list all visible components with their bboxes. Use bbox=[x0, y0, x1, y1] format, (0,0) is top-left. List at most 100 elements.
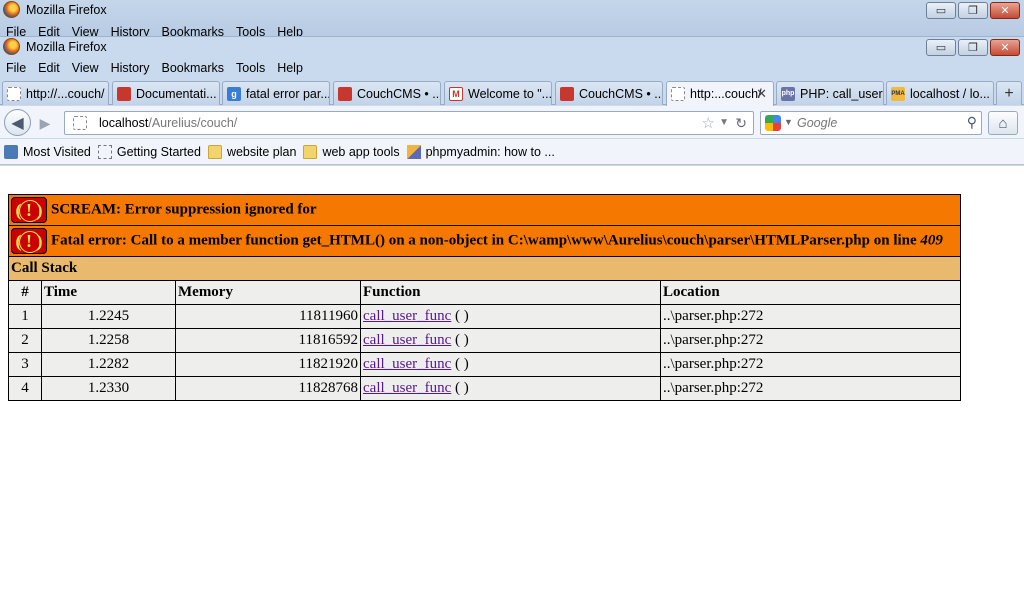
menu-bookmarks[interactable]: Bookmarks bbox=[161, 61, 224, 75]
page-content: ( ! ) SCREAM: Error suppression ignored f… bbox=[0, 167, 1024, 600]
fatal-error-text: Fatal error: Call to a member function g… bbox=[51, 232, 921, 249]
function-link[interactable]: call_user_func bbox=[363, 380, 451, 396]
column-header-number: # bbox=[8, 280, 42, 305]
function-args: ( ) bbox=[451, 356, 469, 372]
row-memory: 11828768 bbox=[175, 376, 361, 401]
history-dropdown-icon[interactable]: ▼ bbox=[719, 117, 729, 128]
error-icon: ( ! ) bbox=[11, 197, 47, 223]
row-location: ..\parser.php:272 bbox=[660, 304, 961, 329]
row-time: 1.2245 bbox=[41, 304, 176, 329]
bookmarks-toolbar: Most Visited Getting Started website pla… bbox=[0, 139, 1024, 165]
menu-help[interactable]: Help bbox=[277, 61, 303, 75]
bookmark-star-icon[interactable]: ☆ bbox=[702, 114, 715, 132]
url-bar[interactable]: localhost/Aurelius/couch/ ☆ ▼ ↻ bbox=[64, 111, 754, 135]
bookmark-phpmyadmin[interactable]: phpmyadmin: how to ... bbox=[406, 144, 555, 159]
row-time: 1.2258 bbox=[41, 328, 176, 353]
menu-view[interactable]: View bbox=[72, 61, 99, 75]
scream-text: SCREAM: Error suppression ignored for bbox=[51, 201, 317, 218]
table-row: 4 1.2330 11828768 call_user_func ( ) ..\… bbox=[8, 376, 961, 401]
function-args: ( ) bbox=[451, 308, 469, 324]
bookmark-label: web app tools bbox=[322, 144, 400, 159]
arrow-right-icon: ▶ bbox=[39, 114, 51, 131]
tab-active[interactable]: http:...couch/ ✕ bbox=[666, 81, 774, 106]
fatal-error-row: ( ! ) Fatal error: Call to a member funct… bbox=[8, 225, 961, 257]
row-location: ..\parser.php:272 bbox=[660, 352, 961, 377]
error-icon: ( ! ) bbox=[11, 228, 47, 254]
bookmark-label: Most Visited bbox=[23, 144, 91, 159]
minimize-button[interactable]: ▭ bbox=[926, 39, 956, 56]
tab-6[interactable]: CouchCMS • ... bbox=[555, 81, 663, 105]
tab-8[interactable]: php PHP: call_user... bbox=[776, 81, 884, 105]
menu-bar: File Edit View History Bookmarks Tools H… bbox=[0, 58, 1024, 78]
php-icon: php bbox=[781, 86, 795, 101]
blank-page-icon bbox=[7, 86, 21, 101]
bookmark-getting-started[interactable]: Getting Started bbox=[97, 144, 201, 159]
row-function: call_user_func ( ) bbox=[360, 376, 661, 401]
tab-5[interactable]: M Welcome to "... bbox=[444, 81, 552, 105]
window-title: Mozilla Firefox bbox=[26, 40, 107, 54]
tab-label: PHP: call_user... bbox=[800, 86, 884, 101]
tab-3[interactable]: g fatal error par... bbox=[222, 81, 330, 105]
function-link[interactable]: call_user_func bbox=[363, 332, 451, 348]
url-host: localhost bbox=[99, 116, 149, 130]
row-time: 1.2282 bbox=[41, 352, 176, 377]
row-location: ..\parser.php:272 bbox=[660, 328, 961, 353]
restore-button[interactable]: ❐ bbox=[958, 39, 988, 56]
background-close-button[interactable]: ✕ bbox=[990, 2, 1020, 19]
column-header-memory: Memory bbox=[175, 280, 361, 305]
most-visited-icon bbox=[4, 144, 18, 159]
new-tab-button[interactable]: + bbox=[996, 81, 1022, 105]
google-engine-icon[interactable] bbox=[765, 115, 781, 131]
tab-4[interactable]: CouchCMS • ... bbox=[333, 81, 441, 105]
engine-dropdown-icon[interactable]: ▼ bbox=[784, 117, 793, 127]
menu-tools[interactable]: Tools bbox=[236, 61, 265, 75]
couchcms-icon bbox=[117, 86, 131, 101]
function-link[interactable]: call_user_func bbox=[363, 308, 451, 324]
firefox-logo-icon bbox=[3, 38, 20, 55]
row-location: ..\parser.php:272 bbox=[660, 376, 961, 401]
search-bar[interactable]: ▼ Google ⚲ bbox=[760, 111, 982, 135]
search-icon[interactable]: ⚲ bbox=[967, 114, 977, 131]
search-placeholder: Google bbox=[797, 116, 838, 130]
home-icon: ⌂ bbox=[998, 114, 1008, 132]
scream-row: ( ! ) SCREAM: Error suppression ignored f… bbox=[8, 194, 961, 226]
site-identity-icon[interactable] bbox=[73, 116, 87, 130]
tab-close-icon[interactable]: ✕ bbox=[756, 86, 767, 102]
tab-label: Welcome to "... bbox=[468, 86, 552, 101]
tab-2[interactable]: Documentati... bbox=[112, 81, 220, 105]
menu-history[interactable]: History bbox=[111, 61, 150, 75]
close-button[interactable]: ✕ bbox=[990, 39, 1020, 56]
tab-strip: http://...couch/ Documentati... g fatal … bbox=[0, 79, 1024, 106]
url-text[interactable]: localhost/Aurelius/couch/ bbox=[99, 116, 237, 130]
close-icon: ✕ bbox=[1000, 4, 1010, 17]
bookmark-web-app-tools[interactable]: web app tools bbox=[303, 144, 400, 159]
tab-9[interactable]: PMA localhost / lo... bbox=[886, 81, 994, 105]
tab-1[interactable]: http://...couch/ bbox=[2, 81, 109, 105]
forward-button[interactable]: ▶ bbox=[34, 113, 56, 133]
background-firefox-window: Mozilla Firefox ▭ ❐ ✕ File Edit View His… bbox=[0, 0, 1024, 40]
minimize-icon: ▭ bbox=[935, 41, 947, 54]
tab-label: localhost / lo... bbox=[910, 86, 990, 101]
minimize-icon: ▭ bbox=[935, 4, 947, 17]
bookmark-label: website plan bbox=[226, 144, 297, 159]
xdebug-error-table: ( ! ) SCREAM: Error suppression ignored f… bbox=[8, 194, 961, 401]
menu-file[interactable]: File bbox=[6, 61, 26, 75]
function-link[interactable]: call_user_func bbox=[363, 356, 451, 372]
firefox-logo-icon bbox=[3, 1, 20, 18]
row-function: call_user_func ( ) bbox=[360, 328, 661, 353]
home-button[interactable]: ⌂ bbox=[988, 111, 1018, 135]
close-icon: ✕ bbox=[1000, 41, 1010, 54]
row-function: call_user_func ( ) bbox=[360, 304, 661, 329]
reload-icon[interactable]: ↻ bbox=[735, 115, 747, 132]
bookmark-website-plan[interactable]: website plan bbox=[207, 144, 297, 159]
table-row: 2 1.2258 11816592 call_user_func ( ) ..\… bbox=[8, 328, 961, 353]
row-number: 1 bbox=[8, 304, 42, 329]
background-restore-button[interactable]: ❐ bbox=[958, 2, 988, 19]
call-stack-title: Call Stack bbox=[8, 256, 961, 281]
menu-edit[interactable]: Edit bbox=[38, 61, 60, 75]
back-button[interactable]: ◀ bbox=[4, 109, 31, 136]
row-memory: 11816592 bbox=[175, 328, 361, 353]
bookmark-most-visited[interactable]: Most Visited bbox=[4, 144, 91, 159]
firefox-window: Mozilla Firefox ▭ ❐ ✕ File Edit View His… bbox=[0, 36, 1024, 166]
background-minimize-button[interactable]: ▭ bbox=[926, 2, 956, 19]
